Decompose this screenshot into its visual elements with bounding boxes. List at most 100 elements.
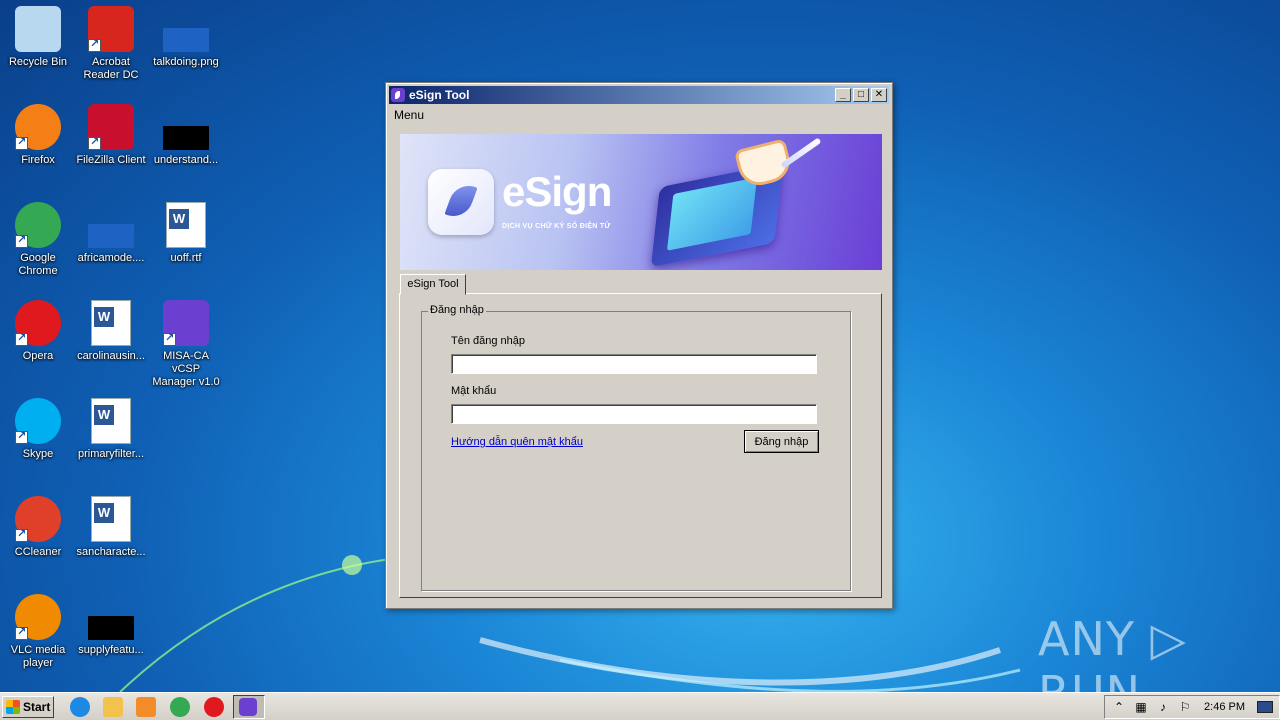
menu-item-menu[interactable]: Menu [390,108,428,122]
esign-banner: eSign DỊCH VỤ CHỮ KÝ SỐ ĐIỆN TỬ [400,134,882,270]
banner-brand: eSign [502,168,612,215]
title-bar[interactable]: eSign Tool _ □ ✕ [389,86,889,104]
desktop-icon-label: VLC media player [10,644,66,669]
desktop-icon-label: Recycle Bin [8,56,68,68]
desktop-icon[interactable]: Skype [0,398,76,461]
desktop-icon[interactable]: CCleaner [0,496,76,559]
desktop-icon-label: understand... [153,154,219,166]
close-button[interactable]: ✕ [871,88,887,102]
desktop-icon[interactable]: Google Chrome [0,202,76,278]
opera-icon [15,300,61,346]
menu-bar: Menu [390,106,428,124]
misa-ca-icon [163,300,209,346]
username-input[interactable] [451,354,817,374]
clock[interactable]: 2:46 PM [1204,701,1245,713]
filezilla-icon [88,104,134,150]
login-button[interactable]: Đăng nhập [744,430,819,453]
esign-app-icon [391,88,405,102]
esign-logo-icon [428,169,494,235]
maximize-button[interactable]: □ [853,88,869,102]
esign-tool-window: eSign Tool _ □ ✕ Menu eSign DỊCH VỤ CHỮ … [385,82,893,609]
shortcut-arrow-icon [15,429,28,444]
esign-tool-icon[interactable] [239,698,257,716]
shortcut-arrow-icon [15,331,28,346]
desktop-icon[interactable]: FileZilla Client [73,104,149,167]
desktop-icon[interactable]: understand... [148,104,224,167]
opera-icon[interactable] [204,697,224,717]
word-document-icon: W [91,300,131,346]
desktop-icon[interactable]: Wprimaryfilter... [73,398,149,461]
firefox-icon [15,104,61,150]
desktop-icon-label: primaryfilter... [77,448,144,460]
image-file-icon [88,224,134,248]
start-button[interactable]: Start [2,696,54,718]
password-label: Mật khẩu [451,385,497,397]
desktop-icon-label: Firefox [21,154,55,166]
file-explorer-icon[interactable] [103,697,123,717]
tab-panel: Đăng nhập Tên đăng nhập Mật khẩu Hướng d… [399,293,882,598]
file-icon [163,126,209,150]
recycle-bin-icon [15,6,61,52]
action-center-flag-icon[interactable]: ⚐ [1177,700,1193,714]
forgot-password-link[interactable]: Hướng dẫn quên mật khẩu [451,436,583,448]
word-document-icon: W [91,496,131,542]
desktop-icon-label: talkdoing.png [153,56,219,68]
desktop-icon-label: uoff.rtf [170,252,202,264]
desktop-icon[interactable]: Opera [0,300,76,363]
desktop-icon[interactable]: Wuoff.rtf [148,202,224,265]
desktop-icon-label: Google Chrome [18,252,58,277]
desktop-icon[interactable]: Wcarolinausin... [73,300,149,363]
desktop-icon[interactable]: talkdoing.png [148,6,224,69]
taskbar: Start ⌃ ▦ ♪ ⚐ 2:46 PM [0,692,1280,720]
desktop-icon-label: Acrobat Reader DC [83,56,139,81]
shortcut-arrow-icon [15,625,28,640]
vlc-icon [15,594,61,640]
ccleaner-icon [15,496,61,542]
desktop-icon[interactable]: Acrobat Reader DC [73,6,149,82]
desktop-icon-label: FileZilla Client [76,154,146,166]
show-desktop-icon[interactable] [1257,701,1273,713]
desktop-icon-label: MISA-CA vCSP Manager v1.0 [152,350,220,388]
skype-icon [15,398,61,444]
image-file-icon [163,28,209,52]
desktop-icon[interactable]: Firefox [0,104,76,167]
desktop-icon[interactable]: africamode.... [73,202,149,265]
desktop-icon-label: Skype [22,448,54,460]
system-tray: ⌃ ▦ ♪ ⚐ 2:46 PM [1104,695,1280,719]
media-player-icon[interactable] [136,697,156,717]
desktop-icon[interactable]: supplyfeatu... [73,594,149,657]
minimize-button[interactable]: _ [835,88,851,102]
shortcut-arrow-icon [163,331,176,346]
window-title: eSign Tool [409,88,470,102]
password-input[interactable] [451,404,817,424]
windows-logo-icon [6,700,20,714]
login-group-title: Đăng nhập [428,304,486,316]
tab-esign-tool[interactable]: eSign Tool [400,274,466,295]
desktop-icon-label: CCleaner [14,546,62,558]
desktop-icon[interactable]: Recycle Bin [0,6,76,69]
show-hidden-icons-icon[interactable]: ⌃ [1111,700,1127,714]
desktop-icon-label: africamode.... [77,252,145,264]
desktop-icon[interactable]: VLC media player [0,594,76,670]
login-group: Đăng nhập Tên đăng nhập Mật khẩu Hướng d… [421,304,851,591]
shortcut-arrow-icon [15,527,28,542]
network-icon[interactable]: ▦ [1133,700,1149,714]
desktop-icon[interactable]: Wsancharacte... [73,496,149,559]
volume-icon[interactable]: ♪ [1155,700,1171,714]
word-document-icon: W [91,398,131,444]
desktop-icon-label: Opera [22,350,54,362]
shortcut-arrow-icon [88,135,101,150]
acrobat-icon [88,6,134,52]
banner-tagline: DỊCH VỤ CHỮ KÝ SỐ ĐIỆN TỬ [502,223,611,230]
desktop-icon-label: carolinausin... [77,350,145,362]
username-label: Tên đăng nhập [451,335,526,347]
file-icon [88,616,134,640]
internet-explorer-icon[interactable] [70,697,90,717]
start-label: Start [23,700,51,714]
shortcut-arrow-icon [15,135,28,150]
chrome-icon[interactable] [170,697,190,717]
desktop-icon[interactable]: MISA-CA vCSP Manager v1.0 [148,300,224,389]
desktop-icon-label: supplyfeatu... [78,644,144,656]
chrome-icon [15,202,61,248]
shortcut-arrow-icon [88,37,101,52]
